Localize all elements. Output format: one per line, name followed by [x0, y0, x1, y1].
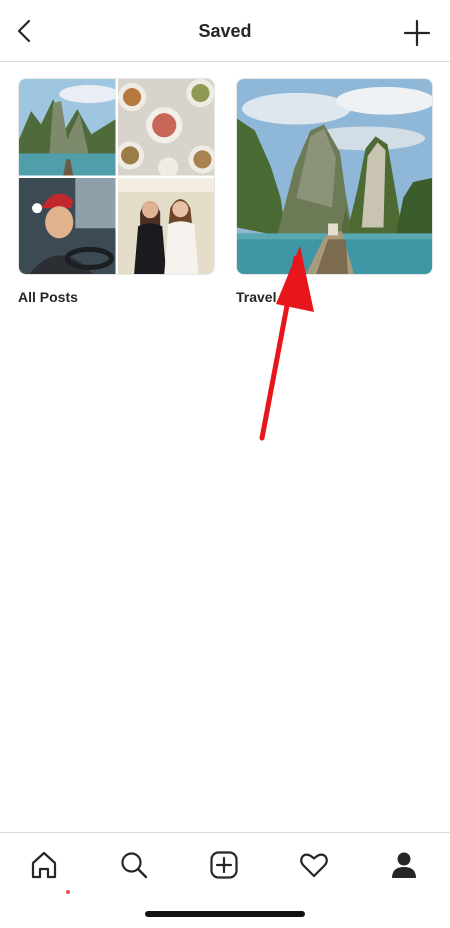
photo-grid-icon — [19, 79, 214, 274]
home-indicator — [145, 911, 305, 917]
collection-all-posts[interactable]: All Posts — [18, 78, 215, 305]
collection-travel[interactable]: Travel — [236, 78, 433, 305]
thumbnail-landscape — [19, 79, 116, 176]
profile-icon — [392, 852, 416, 878]
new-post-icon — [210, 851, 238, 879]
tab-search[interactable] — [114, 845, 154, 885]
search-icon — [121, 852, 148, 879]
heart-icon — [300, 853, 328, 878]
thumbnail-friends — [117, 177, 214, 274]
tab-new-post[interactable] — [204, 845, 244, 885]
header-bar: Saved — [0, 0, 450, 62]
collection-label: All Posts — [18, 289, 78, 305]
page-title: Saved — [198, 21, 252, 41]
tab-profile[interactable] — [384, 845, 424, 885]
tab-activity[interactable] — [294, 845, 334, 885]
plus-icon — [403, 19, 431, 47]
collection-thumbnail[interactable] — [236, 78, 433, 275]
thumbnail-food — [117, 79, 214, 176]
collection-label: Travel — [236, 289, 277, 305]
collection-thumbnail[interactable] — [18, 78, 215, 275]
home-icon — [31, 851, 57, 879]
thumbnail-driver — [19, 177, 116, 274]
notification-dot — [66, 890, 70, 894]
add-collection-button[interactable] — [403, 19, 431, 47]
landscape-photo-icon — [237, 79, 432, 274]
tab-home[interactable] — [24, 845, 70, 894]
